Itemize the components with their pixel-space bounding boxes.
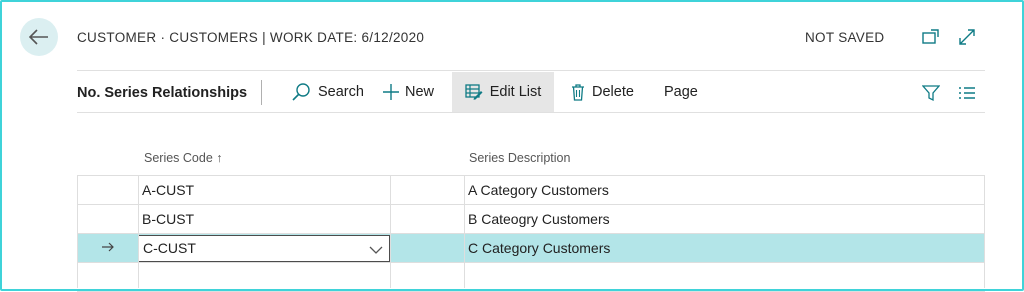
new-label: New <box>405 84 435 100</box>
expand-button[interactable] <box>956 26 978 48</box>
list-icon <box>959 87 975 99</box>
page-menu-label: Page <box>664 84 698 100</box>
save-status: NOT SAVED <box>805 30 885 45</box>
delete-label: Delete <box>592 84 634 100</box>
open-new-window-button[interactable] <box>920 26 942 48</box>
trash-icon <box>571 83 585 101</box>
table-row-selected[interactable]: C-CUST C Category Customers <box>77 233 985 262</box>
header-title: CUSTOMER · CUSTOMERS | WORK DATE: 6/12/2… <box>77 30 425 45</box>
delete-button[interactable]: Delete <box>571 72 634 112</box>
filter-icon <box>922 85 940 102</box>
table-row-empty[interactable] <box>77 262 985 292</box>
series-code-cell[interactable]: A-CUST <box>142 176 194 204</box>
series-code-cell[interactable]: B-CUST <box>142 205 194 233</box>
series-code-value: C-CUST <box>143 240 196 256</box>
filter-button[interactable] <box>920 82 942 104</box>
list-view-button[interactable] <box>956 82 978 104</box>
search-label: Search <box>318 84 364 100</box>
back-button[interactable] <box>20 18 58 56</box>
chevron-down-icon[interactable] <box>369 242 383 260</box>
grid-line <box>77 175 78 288</box>
expand-icon <box>959 29 975 45</box>
edit-list-label: Edit List <box>489 84 542 100</box>
grid-line <box>138 175 139 288</box>
series-grid: A-CUST A Category Customers B-CUST B Cat… <box>77 175 985 292</box>
toolbar-separator <box>261 80 262 105</box>
table-row[interactable]: B-CUST B Cateogry Customers <box>77 204 985 233</box>
edit-list-button[interactable]: Edit List <box>452 72 554 112</box>
header-divider <box>77 70 985 71</box>
open-new-window-icon <box>922 29 939 44</box>
search-icon <box>291 82 311 102</box>
arrow-left-icon <box>29 29 48 45</box>
new-button[interactable]: New <box>382 72 434 112</box>
series-description-cell[interactable]: B Cateogry Customers <box>468 205 610 233</box>
page-frame: CUSTOMER · CUSTOMERS | WORK DATE: 6/12/2… <box>0 0 1024 292</box>
grid-line <box>464 175 465 288</box>
table-row[interactable]: A-CUST A Category Customers <box>77 175 985 204</box>
column-header-series-code[interactable]: Series Code ↑ <box>144 151 223 165</box>
column-header-series-description[interactable]: Series Description <box>469 151 570 165</box>
grid-line <box>390 175 391 288</box>
search-button[interactable]: Search <box>291 72 364 112</box>
series-code-dropdown[interactable]: C-CUST <box>138 235 390 262</box>
series-description-cell[interactable]: C Category Customers <box>468 234 610 262</box>
grid-line <box>984 175 985 288</box>
current-row-arrow-icon <box>101 240 115 259</box>
page-name: No. Series Relationships <box>77 85 248 101</box>
plus-icon <box>382 83 400 101</box>
toolbar-divider <box>77 112 985 113</box>
page-menu-button[interactable]: Page <box>664 72 698 112</box>
series-description-cell[interactable]: A Category Customers <box>468 176 609 204</box>
edit-list-icon <box>465 84 483 100</box>
